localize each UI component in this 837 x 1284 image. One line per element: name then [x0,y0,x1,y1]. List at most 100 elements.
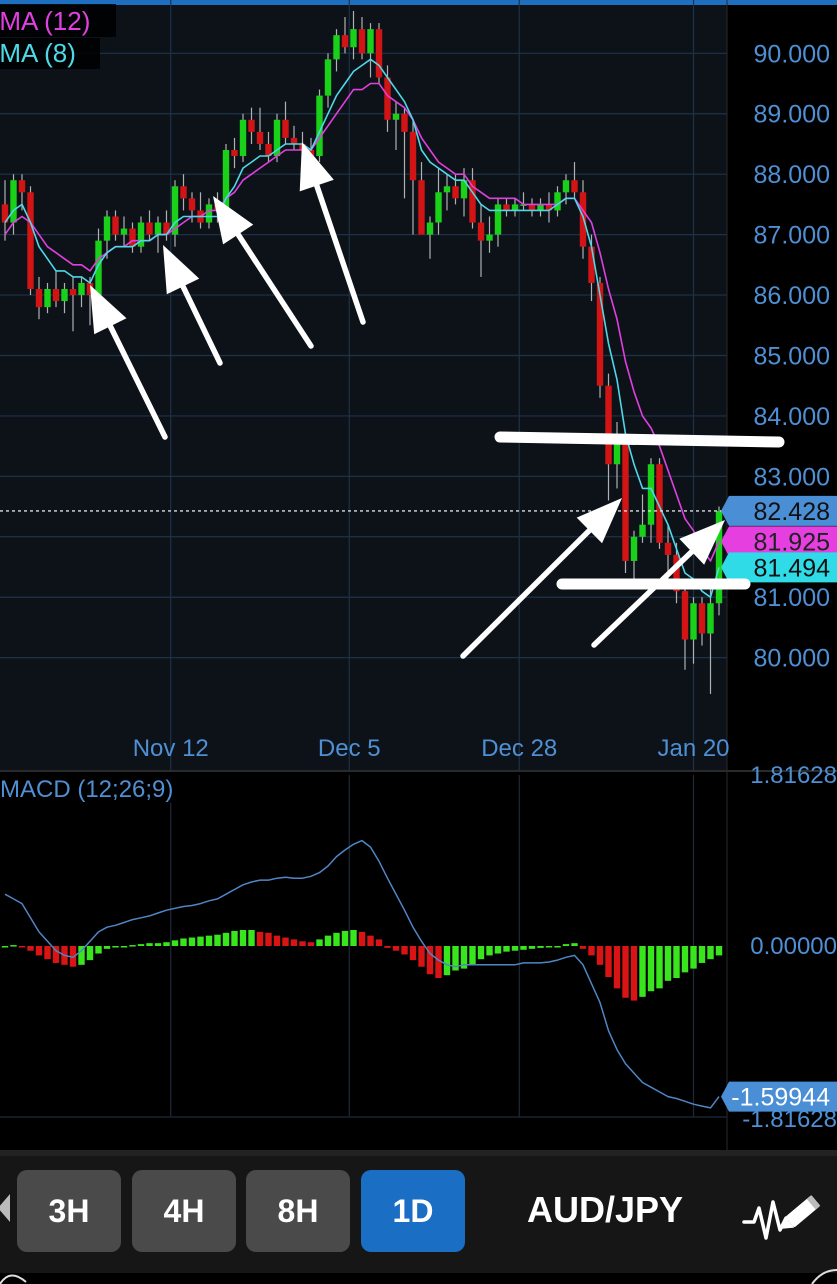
macd-histogram-bar-36 [307,942,315,946]
macd-histogram-bar-0 [1,946,9,948]
candle-body [477,222,485,241]
macd-histogram-bar-76 [647,946,655,992]
bottom-navigation-strip [0,1269,837,1284]
macd-histogram-bar-81 [690,946,697,969]
macd-histogram-bar-69 [588,946,595,956]
candle-body [384,77,391,120]
candle-body [571,180,578,193]
candle-body [248,119,255,132]
macd-histogram-bar-78 [664,946,672,981]
macd-histogram-bar-35 [299,941,306,946]
y-tick-label-4: 86.000 [754,282,830,310]
current-price-badge: 82.428 [721,495,837,526]
chevron-left-icon[interactable] [0,1194,10,1222]
macd-histogram-bar-18 [154,943,162,946]
candle-body [426,222,434,235]
y-tick-label-6: 84.000 [754,403,830,431]
candle-body [639,524,646,537]
candle-body [341,35,349,48]
macd-histogram-bar-46 [392,946,400,951]
candle-body [452,186,459,199]
candle-body [511,204,519,211]
macd-histogram-bar-33 [282,937,289,946]
y-tick-label-7: 83.000 [754,463,830,491]
candle-body [180,186,187,199]
macd-histogram-bar-30 [256,931,264,946]
macd-histogram-bar-14 [120,946,128,948]
timeframe-button-1d[interactable]: 1D [361,1170,465,1252]
macd-histogram-bar-56 [477,946,485,960]
macd-value-badge: -1.59944 [721,1081,837,1112]
macd-histogram-bar-21 [180,938,187,946]
currency-pair-label[interactable]: AUD/JPY [500,1182,710,1238]
candle-28 [239,113,247,163]
macd-histogram-bar-64 [545,946,553,948]
macd-histogram-bar-48 [409,946,417,961]
candle-body [120,228,128,235]
y-tick-label-3: 87.000 [754,222,830,250]
macd-histogram-bar-66 [562,944,570,946]
macd-histogram-bar-12 [103,946,111,949]
candle-body [35,289,43,308]
candle-body [324,59,332,96]
candle-body [690,603,697,640]
macd-histogram-bar-41 [350,929,357,946]
macd-histogram-bar-52 [443,946,451,976]
candle-73 [622,434,629,574]
x-tick-label-3: Jan 20 [657,735,729,762]
macd-histogram-bar-61 [520,946,527,950]
macd-histogram-bar-19 [163,942,170,946]
candle-body [537,204,544,211]
candle-body [443,186,451,193]
timeframe-button-4h[interactable]: 4H [132,1170,236,1252]
macd-y-tick-label-0: 1.81628 [750,762,837,789]
candle-body [528,204,536,211]
price-chart[interactable]: 90.000 89.000 88.000 87.000 86.000 85.000 84.0… [0,0,837,1150]
macd-histogram-bar-83 [707,946,714,960]
macd-histogram-bar-39 [333,932,340,946]
y-tick-label-9: 80.000 [754,645,830,673]
macd-histogram-bar-32 [273,935,281,946]
candle-body [154,222,162,235]
macd-histogram-bar-62 [528,946,536,949]
macd-histogram-bar-67 [571,943,578,946]
macd-histogram-bar-65 [554,946,561,948]
macd-histogram-bar-45 [384,946,391,948]
candle-body [333,35,340,60]
macd-histogram-bar-72 [613,946,621,989]
macd-histogram-bar-11 [95,946,102,954]
chart-pencil-icon[interactable] [742,1178,828,1248]
current-price-badge-text: 82.428 [754,498,830,526]
candle-body [418,180,425,235]
macd-histogram-bar-17 [146,943,153,946]
macd-histogram-bar-42 [358,931,366,946]
timeframe-button-8h[interactable]: 8H [246,1170,350,1252]
macd-histogram-bar-77 [656,946,663,989]
candle-body [52,289,60,302]
candle-body [231,150,238,157]
candle-body [375,29,383,78]
candle-body [494,204,502,235]
timeframe-button-3h[interactable]: 3H [17,1170,121,1252]
timeframe-toolbar: 3H 4H 8H 1D AUD/JPY [0,1150,837,1284]
macd-histogram-bar-4 [35,946,43,956]
macd-histogram-bar-49 [418,946,425,967]
macd-histogram-bar-10 [86,946,94,961]
x-tick-label-0: Nov 12 [133,735,209,762]
candle-body [579,192,587,247]
candle-body [69,289,77,296]
y-tick-label-5: 85.000 [754,342,830,370]
legend-ema8: EMA (8) [0,38,76,68]
macd-histogram-bar-16 [137,944,145,946]
macd-y-tick-label-1: 0.00000 [750,933,837,960]
candle-body [205,204,213,223]
candle-body [707,603,714,634]
candle-body [44,289,51,308]
candle-body [503,204,510,211]
macd-histogram-bar-40 [341,930,349,946]
ema12-price-badge-text: 81.925 [754,528,830,556]
candle-body [256,131,264,144]
candle-body [486,234,493,241]
macd-histogram-bar-47 [401,946,408,955]
macd-histogram-bar-3 [27,946,34,951]
